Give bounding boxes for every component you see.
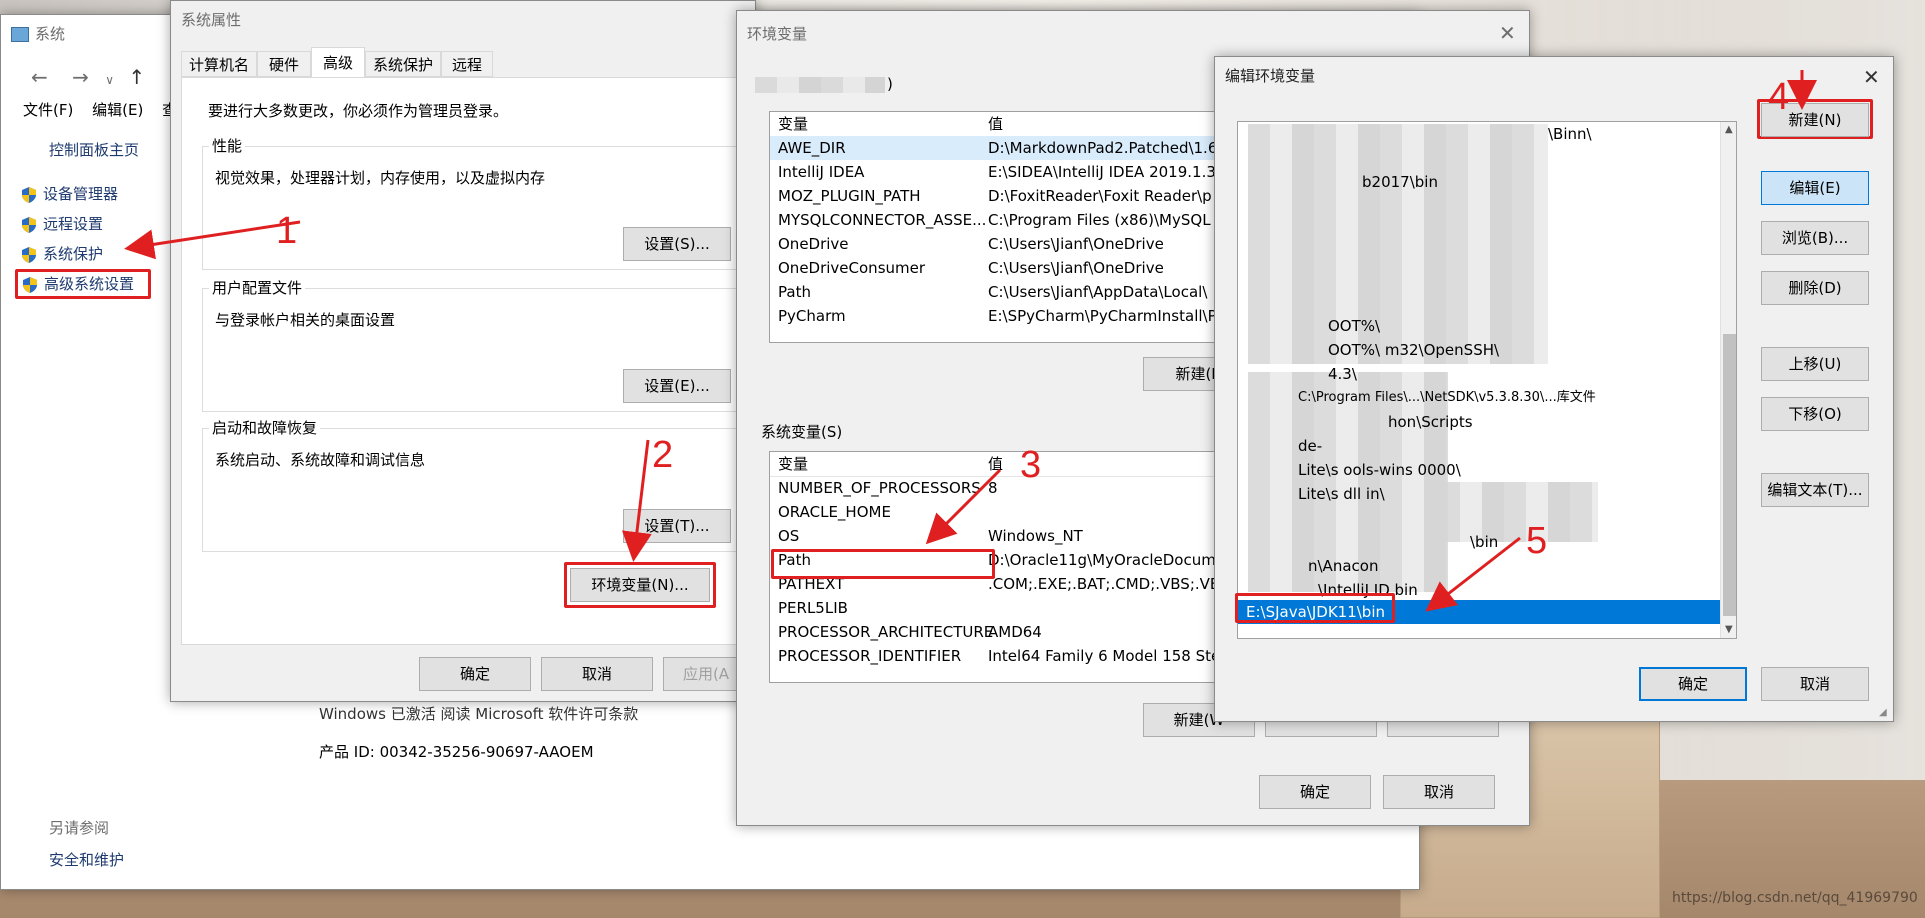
arrow-5: [1425, 536, 1521, 612]
arrow-3: [925, 468, 1002, 545]
annotation-number-5: 5: [1526, 520, 1548, 562]
annotation-arrows: [124, 70, 1817, 612]
arrow-1: [124, 220, 301, 260]
annotation-number-3: 3: [1020, 444, 1042, 486]
watermark: https://blog.csdn.net/qq_41969790: [1672, 890, 1918, 906]
arrow-2: [621, 439, 652, 562]
annotation-number-4: 4: [1768, 76, 1790, 118]
annotation-number-1: 1: [276, 210, 298, 252]
annotation-number-2: 2: [652, 434, 674, 476]
